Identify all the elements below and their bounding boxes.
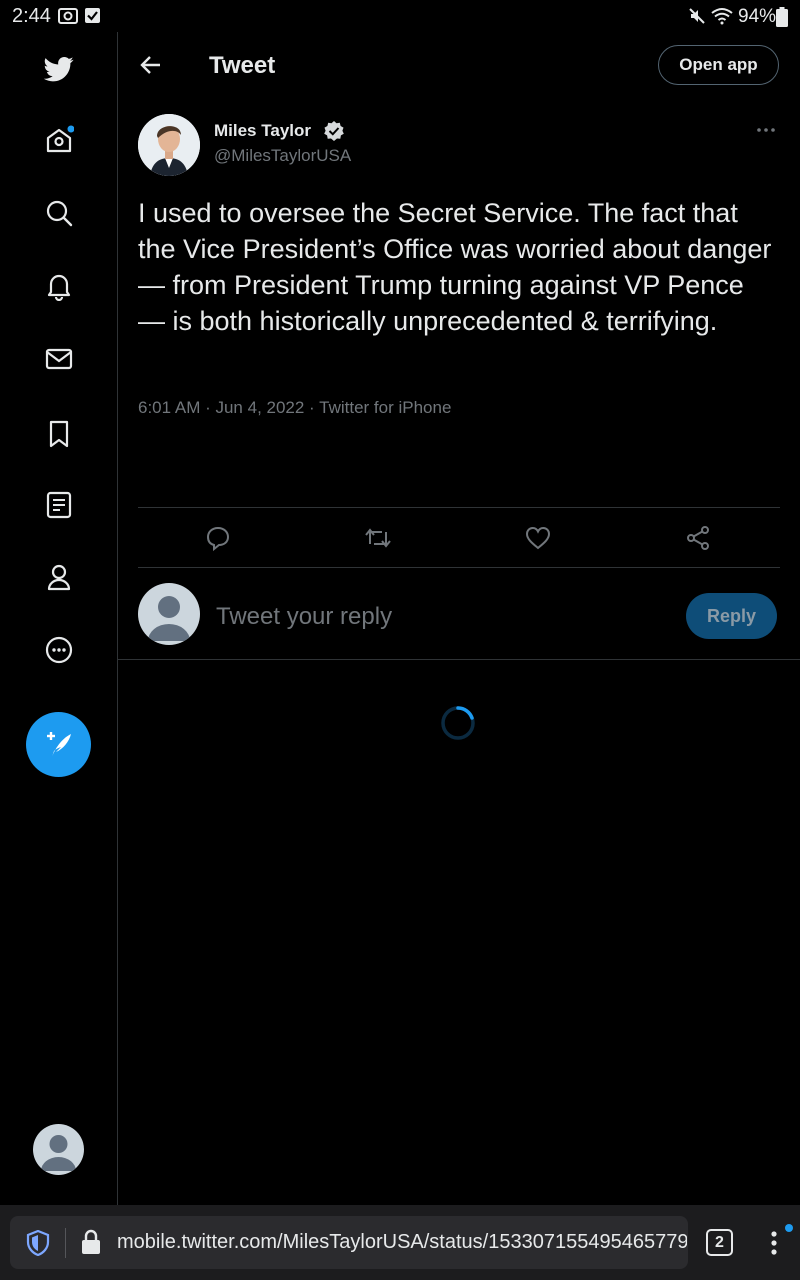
verified-badge-icon [324, 121, 344, 141]
back-arrow-icon[interactable] [138, 52, 164, 78]
more-circle-icon [45, 636, 73, 664]
open-app-button[interactable]: Open app [658, 45, 779, 85]
sidebar-nav [0, 32, 118, 1205]
mail-icon [45, 348, 73, 370]
sidebar-item-explore[interactable] [38, 192, 80, 234]
author-photo [138, 114, 200, 176]
sidebar-item-bookmarks[interactable] [38, 413, 80, 455]
compose-tweet-button[interactable] [26, 712, 91, 777]
search-icon [46, 200, 73, 227]
like-heart-icon[interactable] [524, 524, 552, 552]
browser-menu-icon[interactable] [764, 1228, 784, 1258]
twitter-bird-icon [44, 57, 74, 82]
url-text[interactable]: mobile.twitter.com/MilesTaylorUSA/status… [117, 1231, 687, 1254]
sidebar-item-more[interactable] [38, 629, 80, 671]
page-title: Tweet [209, 52, 276, 79]
shield-icon[interactable] [26, 1230, 50, 1256]
status-time: 2:44 [12, 5, 51, 27]
home-icon [46, 125, 74, 153]
author-avatar[interactable] [138, 114, 200, 176]
reply-avatar [138, 583, 200, 645]
tab-count-button[interactable]: 2 [706, 1229, 733, 1256]
default-avatar-icon [148, 596, 190, 641]
reply-button[interactable]: Reply [686, 593, 777, 639]
divider [118, 659, 800, 660]
lists-icon [46, 491, 72, 519]
status-bar: 2:44 94% [0, 0, 800, 32]
browser-toolbar: mobile.twitter.com/MilesTaylorUSA/status… [0, 1205, 800, 1280]
menu-notification-dot [785, 1224, 793, 1232]
bookmark-icon [49, 420, 69, 448]
lock-icon [82, 1229, 100, 1254]
profile-icon [47, 564, 71, 591]
bell-icon [47, 274, 71, 301]
sidebar-item-messages[interactable] [38, 338, 80, 380]
author-name[interactable]: Miles Taylor [214, 121, 311, 141]
battery-icon [776, 7, 788, 27]
sidebar-item-lists[interactable] [38, 484, 80, 526]
more-options-icon[interactable] [754, 118, 778, 142]
battery-percent: 94% [738, 6, 777, 27]
author-handle[interactable]: @MilesTaylorUSA [214, 146, 351, 166]
compose-feather-icon [46, 731, 71, 757]
screenshot-notification-icon [58, 8, 78, 24]
tweet-detail-page: Tweet Open app Miles Taylor @MilesTaylor… [118, 32, 800, 1205]
sidebar-item-home[interactable] [38, 119, 80, 161]
default-avatar-icon [41, 1135, 76, 1171]
address-separator [65, 1228, 66, 1258]
wifi-icon [711, 8, 733, 25]
sidebar-item-notifications[interactable] [38, 265, 80, 307]
account-avatar[interactable] [33, 1124, 84, 1175]
loading-spinner-icon [441, 706, 475, 740]
address-bar[interactable]: mobile.twitter.com/MilesTaylorUSA/status… [10, 1216, 688, 1269]
divider [138, 507, 780, 508]
twitter-logo[interactable] [38, 48, 80, 90]
divider [138, 567, 780, 568]
reply-icon[interactable] [204, 524, 232, 552]
check-notification-icon [85, 8, 100, 23]
reply-input[interactable] [216, 600, 656, 634]
tweet-text: I used to oversee the Secret Service. Th… [138, 198, 772, 336]
tweet-timestamp[interactable]: 6:01 AM · Jun 4, 2022 · Twitter for iPho… [138, 398, 451, 418]
share-icon[interactable] [685, 524, 713, 552]
mute-icon [689, 8, 705, 24]
sidebar-item-profile[interactable] [38, 556, 80, 598]
retweet-icon[interactable] [364, 524, 392, 552]
